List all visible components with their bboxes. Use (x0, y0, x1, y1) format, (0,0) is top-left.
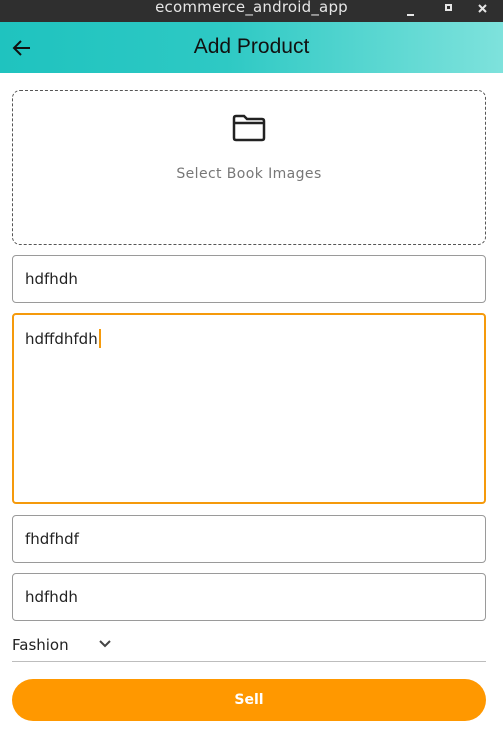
product-description-text: hdffdhfdh (25, 329, 101, 348)
product-quantity-value: hdfhdh (25, 588, 78, 606)
window-title: ecommerce_android_app (155, 0, 348, 16)
product-price-value: fhdfhdf (25, 530, 79, 548)
window-titlebar: ecommerce_android_app (0, 0, 503, 22)
category-selected-value: Fashion (12, 636, 69, 654)
maximize-icon (444, 3, 452, 11)
chevron-down-icon (99, 640, 111, 648)
folder-icon (232, 114, 266, 142)
product-description-value: hdffdhfdh (25, 330, 98, 348)
page-title: Add Product (193, 35, 310, 58)
app-bar: Add Product (0, 22, 503, 73)
product-quantity-input[interactable]: hdfhdh (12, 573, 486, 621)
product-name-value: hdfhdh (25, 270, 78, 288)
product-name-input[interactable]: hdfhdh (12, 255, 486, 303)
product-description-input[interactable]: hdffdhfdh (12, 313, 486, 504)
text-caret (98, 329, 101, 348)
category-dropdown[interactable]: Fashion (12, 633, 486, 662)
maximize-button[interactable] (434, 0, 462, 22)
product-price-input[interactable]: fhdfhdf (12, 515, 486, 563)
close-button[interactable] (468, 0, 496, 22)
close-icon (477, 3, 487, 13)
sell-button[interactable]: Sell (12, 679, 486, 721)
select-images-label: Select Book Images (176, 166, 322, 182)
select-images-area[interactable]: Select Book Images (12, 90, 486, 245)
minimize-button[interactable] (396, 0, 424, 22)
minimize-icon (406, 14, 414, 16)
